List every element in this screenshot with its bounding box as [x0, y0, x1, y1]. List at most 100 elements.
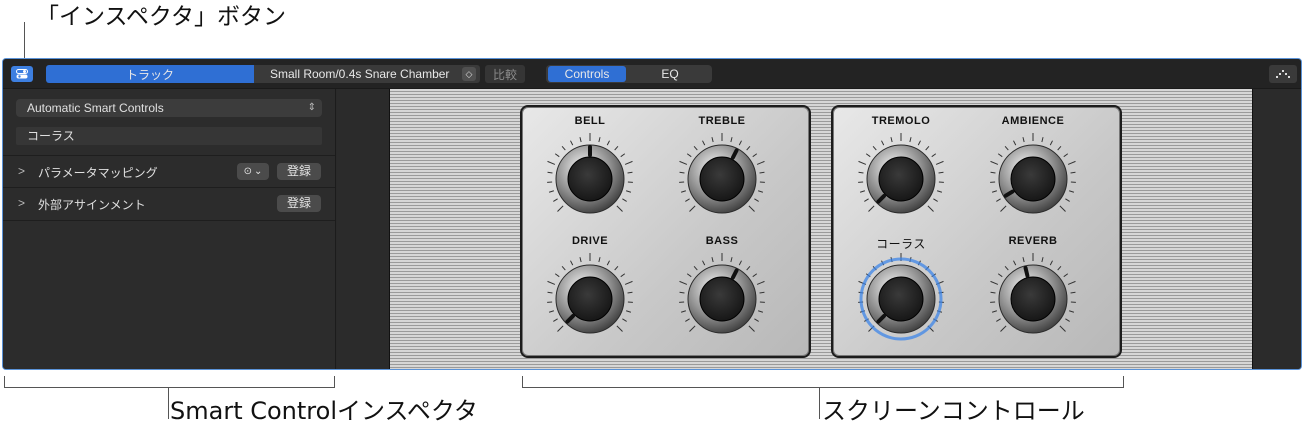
knob-label: REVERB [1008, 235, 1058, 247]
knob-tick [990, 160, 999, 165]
knob[interactable] [973, 247, 1093, 367]
knob[interactable] [662, 247, 782, 367]
knob-tick [561, 145, 566, 151]
knob-tick [1059, 325, 1066, 332]
knob-tick [748, 325, 755, 332]
learn-button[interactable]: 登録 [277, 195, 321, 212]
knob-tick [890, 137, 893, 143]
knob-tick [622, 318, 627, 322]
knob-cap [878, 276, 924, 322]
knob[interactable] [841, 247, 961, 367]
knob-tick [686, 153, 692, 158]
knob-tick [554, 273, 560, 278]
knob-tick [686, 273, 692, 278]
knob-tick [553, 318, 558, 322]
knob-cap [1010, 156, 1056, 202]
knob-tick [680, 190, 687, 193]
section-parameter-mapping[interactable]: > パラメータマッピング ⊙ ⌄ 登録 [3, 155, 335, 187]
knob-tick [679, 160, 688, 165]
knob-tick [606, 260, 610, 266]
arpeggiator-button[interactable] [1269, 65, 1297, 83]
bracket-screen-h [522, 387, 1124, 388]
knob-tick [754, 198, 759, 202]
knob-tick [679, 280, 688, 285]
knob-tick [990, 280, 999, 285]
knob-tick [909, 137, 912, 143]
disclosure-chevron-icon[interactable]: > [18, 196, 25, 210]
smart-control-inspector: Automatic Smart Controls ⇕ コーラス > パラメータマ… [3, 89, 336, 369]
knob-tick [1049, 260, 1053, 266]
knob-label: TREBLE [698, 115, 746, 127]
disclosure-chevron-icon[interactable]: > [18, 164, 25, 178]
knob-tick [693, 265, 698, 271]
knob-tick [554, 153, 560, 158]
knob-tick [1049, 140, 1053, 146]
knob-tick [996, 318, 1001, 322]
bracket-screen-l [522, 376, 523, 388]
knob-tick [1013, 140, 1017, 146]
knob-tick [620, 153, 626, 158]
knob[interactable] [841, 127, 961, 247]
knob-tick [679, 291, 685, 294]
learn-button[interactable]: 登録 [277, 163, 321, 180]
knob-label: BELL [574, 115, 606, 127]
knob-tick [1022, 137, 1025, 143]
knob-tick [756, 280, 765, 285]
knob-tick [881, 140, 885, 146]
knob-tick [938, 171, 944, 174]
knob[interactable] [973, 127, 1093, 247]
knob-cap [567, 156, 613, 202]
annotation-inspector-button: 「インスペクタ」ボタン [36, 4, 287, 30]
inspector-button[interactable] [11, 66, 33, 82]
knob-tick [757, 190, 764, 193]
knob-tick [557, 325, 564, 332]
knob[interactable] [662, 127, 782, 247]
knob-panel-left: BELL TREBLE DRIVE BASS [520, 105, 811, 358]
preset-selector[interactable]: Small Room/0.4s Snare Chamber ◇ [254, 65, 480, 83]
knob-tick [1059, 205, 1066, 212]
knob-tick [622, 198, 627, 202]
knob-tick [933, 198, 938, 202]
section-external-assignment[interactable]: > 外部アサインメント 登録 [3, 187, 335, 219]
track-tab[interactable]: トラック [46, 65, 254, 83]
knob-tick [561, 265, 566, 271]
smart-controls-window: トラック Small Room/0.4s Snare Chamber ◇ 比較 … [2, 58, 1302, 370]
knob-tick [931, 153, 937, 158]
more-options-button[interactable]: ⊙ ⌄ [237, 163, 269, 180]
parameter-name-field[interactable]: コーラス [16, 127, 322, 145]
knob[interactable] [530, 127, 650, 247]
tab-eq[interactable]: EQ [629, 66, 711, 82]
knob-tick [685, 198, 690, 202]
knob-tick [689, 205, 696, 212]
annotation-smart-control-inspector: Smart Controlインスペクタ [170, 397, 478, 425]
knob-tick [872, 145, 877, 151]
tab-controls[interactable]: Controls [548, 66, 626, 82]
knob-tick [996, 198, 1001, 202]
knob-tick [627, 171, 633, 174]
knob-tick [579, 137, 582, 143]
knob-tick [579, 257, 582, 263]
knob-tick [746, 145, 751, 151]
knob-tick [738, 260, 742, 266]
knob-tick [1065, 318, 1070, 322]
knob-label: TREMOLO [871, 115, 931, 127]
knob-tick [936, 190, 943, 193]
knob-panel-right: TREMOLO AMBIENCE コーラス REVERB [831, 105, 1122, 358]
knob-tick [865, 153, 871, 158]
knob-tick [606, 140, 610, 146]
compare-button[interactable]: 比較 [485, 65, 525, 83]
knob-tick [689, 325, 696, 332]
smart-control-select[interactable]: Automatic Smart Controls ⇕ [16, 99, 322, 117]
knob-tick [625, 190, 632, 193]
knob-tick [616, 205, 623, 212]
knob-tick [752, 273, 758, 278]
knob-tick [756, 160, 765, 165]
knob-tick [702, 260, 706, 266]
knob-tick [730, 257, 733, 263]
knob[interactable] [530, 247, 650, 367]
knob-tick [868, 205, 875, 212]
knob-tick [1022, 257, 1025, 263]
knob-label: DRIVE [571, 235, 609, 247]
knob-tick [614, 145, 619, 151]
chevron-updown-icon: ⇕ [307, 102, 316, 113]
